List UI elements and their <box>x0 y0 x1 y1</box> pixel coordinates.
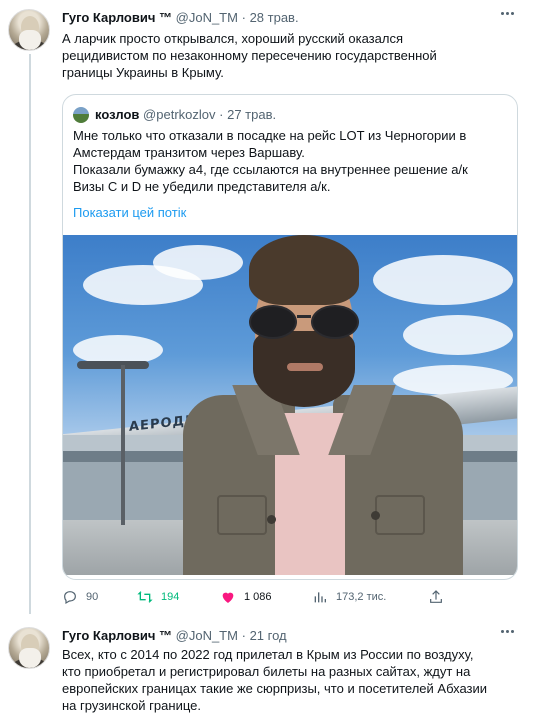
tweet-text: Всех, кто с 2014 по 2022 год прилетал в … <box>62 646 517 714</box>
tweet-actions: 90 194 1 086 173,2 тис. <box>62 588 517 608</box>
tweet-header: Гуго Карлович ™ @JoN_TM · 28 трав. <box>62 9 299 26</box>
bar-chart-icon <box>314 592 326 603</box>
share-icon <box>430 590 442 603</box>
views-count: 173,2 тис. <box>336 591 387 603</box>
heart-icon <box>222 592 234 603</box>
like-button[interactable]: 1 086 <box>220 588 272 606</box>
avatar[interactable] <box>8 627 50 669</box>
reply-icon <box>64 591 76 605</box>
reply-count: 90 <box>86 591 99 603</box>
tweet-text-line: границы Украины в Крыму. <box>62 65 224 80</box>
more-options-icon[interactable] <box>501 630 517 636</box>
lamp-post <box>77 361 149 369</box>
retweet-icon <box>137 591 153 603</box>
tweet-text: А ларчик просто открывался, хороший русс… <box>62 30 517 81</box>
tweet-timestamp: 27 трав. <box>227 107 277 122</box>
author-handle[interactable]: @JoN_TM <box>176 10 238 25</box>
like-count: 1 086 <box>244 591 272 603</box>
quoted-tweet[interactable]: козлов @petrkozlov · 27 трав. Мне только… <box>62 94 518 580</box>
tweet-text-line: А ларчик просто открывался, хороший русс… <box>62 31 403 46</box>
tweet-text-line: европейских границах такие же сюрпризы, … <box>62 681 488 696</box>
tweet-text-line: рецидивистом по незаконному пересечению … <box>62 48 437 63</box>
person-selfie <box>183 235 463 575</box>
tweet-text-line: Всех, кто с 2014 по 2022 год прилетал в … <box>62 647 474 662</box>
more-options-icon[interactable] <box>501 12 517 18</box>
tweet-text-line: кто приобретал и регистрировал билеты на… <box>62 664 471 679</box>
retweet-count: 194 <box>161 591 180 603</box>
avatar[interactable] <box>8 9 50 51</box>
separator-dot: · <box>219 107 224 122</box>
author-name: козлов <box>95 107 140 122</box>
tweet-text-line: Визы С и D не убедили представителя а/к. <box>73 179 331 194</box>
tweet-timestamp[interactable]: 21 год <box>250 628 287 643</box>
avatar <box>73 107 89 123</box>
author-handle[interactable]: @JoN_TM <box>176 628 238 643</box>
quoted-tweet-header: козлов @petrkozlov · 27 трав. <box>95 106 276 123</box>
tweet-header: Гуго Карлович ™ @JoN_TM · 21 год <box>62 627 287 644</box>
thread-connector-line <box>29 54 31 614</box>
tweet-text-line: Мне только что отказали в посадке на рей… <box>73 128 467 143</box>
author-handle: @petrkozlov <box>143 107 216 122</box>
retweet-button[interactable]: 194 <box>137 588 179 606</box>
author-name[interactable]: Гуго Карлович ™ <box>62 628 172 643</box>
quoted-tweet-text: Мне только что отказали в посадке на рей… <box>73 127 509 195</box>
tweet-timestamp[interactable]: 28 трав. <box>250 10 299 25</box>
views-button[interactable]: 173,2 тис. <box>312 588 386 606</box>
tweet-text-line: Амстердам транзитом через Варшаву. <box>73 145 305 160</box>
sunglasses <box>247 305 363 341</box>
separator-dot: · <box>241 628 246 643</box>
author-name[interactable]: Гуго Карлович ™ <box>62 10 172 25</box>
tweet-text-line: Показали бумажку а4, где ссылаются на вн… <box>73 162 468 177</box>
share-button[interactable] <box>428 588 452 606</box>
show-thread-link[interactable]: Показати цей потік <box>73 204 186 221</box>
reply-button[interactable]: 90 <box>62 588 98 606</box>
tweet-photo[interactable]: АЕРОДРОМ PODGORI <box>63 235 517 575</box>
tweet-text-line: на грузинской границе. <box>62 698 201 713</box>
separator-dot: · <box>241 10 246 25</box>
